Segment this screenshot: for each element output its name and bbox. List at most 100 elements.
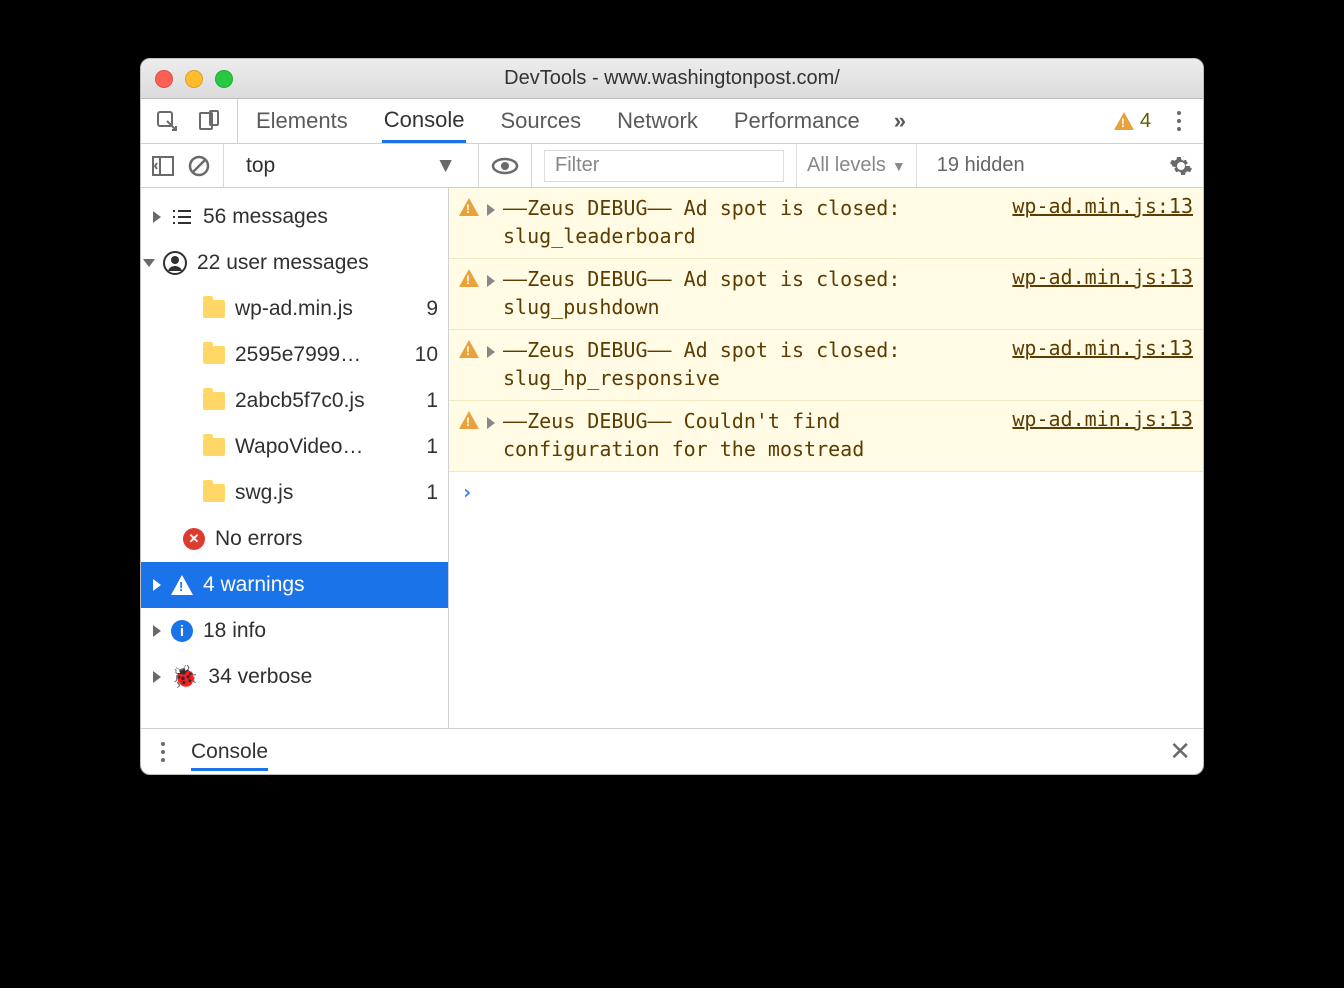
bug-icon: 🐞 [171,664,198,690]
drawer: Console ✕ [141,728,1203,774]
sidebar-file-item[interactable]: 2595e7999… 10 [141,332,448,378]
log-source-link[interactable]: wp-ad.min.js:13 [1012,194,1193,218]
filter-placeholder: Filter [555,154,599,177]
file-count: 10 [415,343,438,367]
expand-icon [487,204,495,216]
drawer-tab-console[interactable]: Console [191,733,268,771]
file-name: 2abcb5f7c0.js [235,389,365,413]
drawer-menu-icon[interactable] [153,742,173,762]
tab-console[interactable]: Console [382,99,467,143]
expand-icon [487,275,495,287]
log-levels-label: All levels [807,154,886,177]
file-name: swg.js [235,481,293,505]
settings-menu-icon[interactable] [1169,111,1189,131]
user-icon [163,251,187,275]
live-expression-icon[interactable] [491,156,519,176]
minimize-window-button[interactable] [185,70,203,88]
sidebar-user-messages[interactable]: 22 user messages [141,240,448,286]
log-entry[interactable]: ——Zeus DEBUG—— Ad spot is closed: slug_l… [449,188,1203,259]
info-label: 18 info [203,619,266,643]
log-source-link[interactable]: wp-ad.min.js:13 [1012,336,1193,360]
sidebar-file-item[interactable]: 2abcb5f7c0.js 1 [141,378,448,424]
info-icon: i [171,620,193,642]
warning-icon [459,198,479,216]
console-body: 56 messages 22 user messages wp-ad.min.j… [141,188,1203,728]
log-entry[interactable]: ——Zeus DEBUG—— Ad spot is closed: slug_h… [449,330,1203,401]
log-levels-selector[interactable]: All levels ▼ [796,144,917,187]
tab-performance[interactable]: Performance [732,99,862,143]
console-sidebar: 56 messages 22 user messages wp-ad.min.j… [141,188,449,728]
file-count: 1 [426,435,438,459]
log-entry[interactable]: ——Zeus DEBUG—— Ad spot is closed: slug_p… [449,259,1203,330]
folder-icon [203,484,225,502]
window-titlebar: DevTools - www.washingtonpost.com/ [141,59,1203,99]
sidebar-messages-label: 56 messages [203,205,328,229]
context-value: top [246,154,275,178]
file-count: 1 [426,481,438,505]
close-window-button[interactable] [155,70,173,88]
sidebar-info[interactable]: i 18 info [141,608,448,654]
sidebar-verbose[interactable]: 🐞 34 verbose [141,654,448,700]
log-entry[interactable]: ——Zeus DEBUG—— Couldn't find configurati… [449,401,1203,472]
console-prompt[interactable]: › [449,472,1203,512]
expand-icon [487,417,495,429]
tab-sources[interactable]: Sources [498,99,583,143]
list-icon [171,208,193,226]
sidebar-user-messages-label: 22 user messages [197,251,369,275]
file-count: 9 [426,297,438,321]
warning-icon [459,340,479,358]
sidebar-messages[interactable]: 56 messages [141,194,448,240]
expand-icon [487,346,495,358]
expand-icon [153,579,161,591]
log-source-link[interactable]: wp-ad.min.js:13 [1012,407,1193,431]
folder-icon [203,300,225,318]
log-source-link[interactable]: wp-ad.min.js:13 [1012,265,1193,289]
devtools-window: DevTools - www.washingtonpost.com/ Eleme… [140,58,1204,775]
gear-icon[interactable] [1169,154,1193,178]
warning-icon [459,269,479,287]
warning-icon [459,411,479,429]
chevron-down-icon: ▼ [892,158,906,174]
expand-icon [153,625,161,637]
window-controls [155,70,233,88]
console-toolbar: top ▼ Filter All levels ▼ 19 hidden [141,144,1203,188]
context-selector[interactable]: top ▼ [236,154,466,178]
console-log-area: ——Zeus DEBUG—— Ad spot is closed: slug_l… [449,188,1203,728]
sidebar-file-item[interactable]: swg.js 1 [141,470,448,516]
verbose-label: 34 verbose [208,665,312,689]
window-title: DevTools - www.washingtonpost.com/ [141,67,1203,90]
chevron-down-icon: ▼ [435,154,456,178]
expand-icon [153,211,161,223]
file-name: 2595e7999… [235,343,361,367]
device-toggle-icon[interactable] [197,109,221,133]
expand-icon [153,671,161,683]
close-drawer-icon[interactable]: ✕ [1169,736,1191,767]
warnings-label: 4 warnings [203,573,305,597]
sidebar-warnings[interactable]: ! 4 warnings [141,562,448,608]
sidebar-no-errors[interactable]: No errors [141,516,448,562]
filter-input[interactable]: Filter [544,150,784,182]
more-tabs-icon[interactable]: » [894,108,906,134]
no-errors-label: No errors [215,527,303,551]
folder-icon [203,346,225,364]
maximize-window-button[interactable] [215,70,233,88]
main-tab-strip: Elements Console Sources Network Perform… [141,99,1203,144]
hidden-count[interactable]: 19 hidden [929,154,1033,177]
tab-network[interactable]: Network [615,99,700,143]
warning-count-text: 4 [1140,110,1151,133]
sidebar-file-item[interactable]: WapoVideo… 1 [141,424,448,470]
error-icon [183,528,205,550]
file-name: wp-ad.min.js [235,297,353,321]
log-message: ——Zeus DEBUG—— Couldn't find configurati… [503,407,1004,463]
folder-icon [203,438,225,456]
toggle-sidebar-icon[interactable] [151,155,175,177]
log-message: ——Zeus DEBUG—— Ad spot is closed: slug_p… [503,265,1004,321]
warning-icon: ! [171,575,193,595]
warning-count-badge[interactable]: 4 [1114,110,1151,133]
inspect-icon[interactable] [155,109,179,133]
clear-console-icon[interactable] [187,154,211,178]
warning-icon [1114,112,1134,130]
folder-icon [203,392,225,410]
tab-elements[interactable]: Elements [254,99,350,143]
sidebar-file-item[interactable]: wp-ad.min.js 9 [141,286,448,332]
